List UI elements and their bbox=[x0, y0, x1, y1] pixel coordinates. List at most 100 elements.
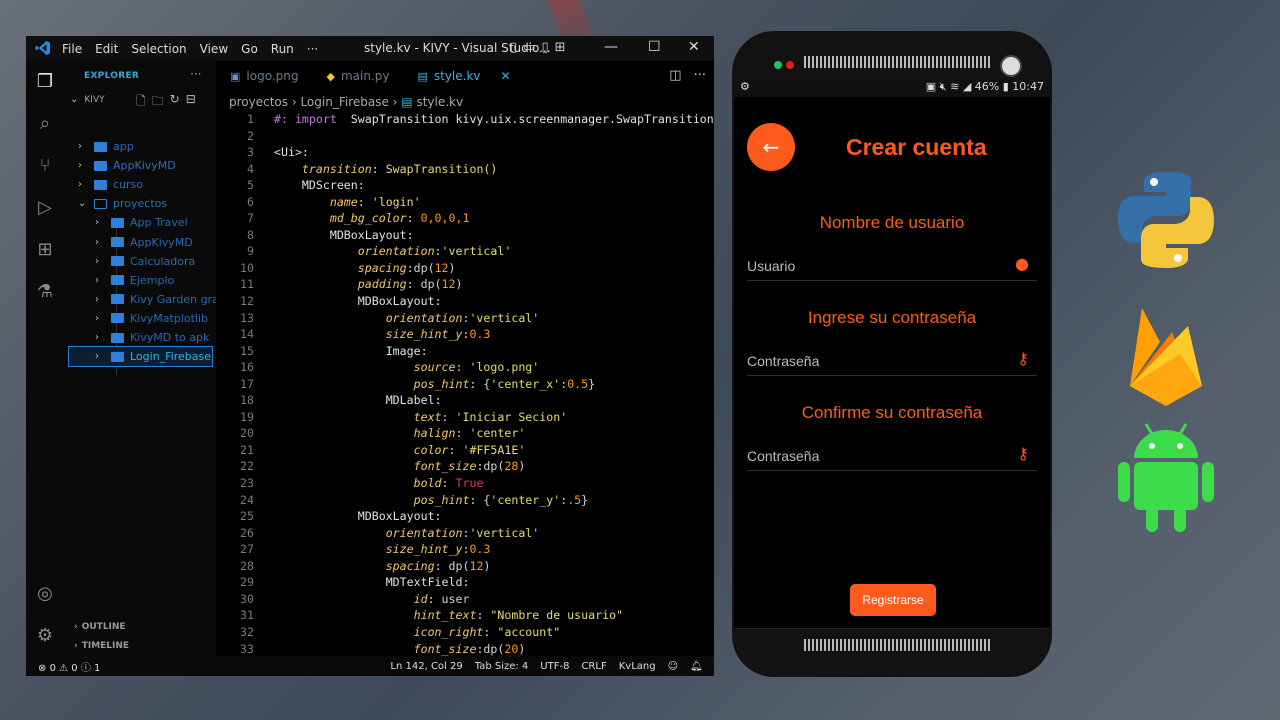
toggle-sidebar-icon[interactable]: ▯ bbox=[510, 40, 517, 55]
feedback-icon[interactable]: ☺ bbox=[668, 661, 678, 672]
customize-layout-icon[interactable]: ⊞ bbox=[555, 40, 566, 55]
collapse-all-icon[interactable]: ⊟ bbox=[186, 92, 196, 113]
code-line: 3 <Ui>: bbox=[216, 144, 714, 161]
new-folder-icon[interactable]: 🗀 bbox=[152, 92, 164, 113]
chevron-right-icon: › bbox=[95, 217, 99, 229]
line-number: 11 bbox=[240, 277, 254, 292]
tab-main-py[interactable]: ◆ main.py bbox=[312, 61, 403, 91]
encoding[interactable]: UTF-8 bbox=[540, 661, 569, 672]
tab-label: logo.png bbox=[246, 69, 299, 83]
chevron-right-icon: › bbox=[95, 332, 99, 343]
more-actions-icon[interactable]: ··· bbox=[694, 68, 706, 83]
split-editor-icon[interactable]: ◫ bbox=[669, 68, 681, 83]
tree-item[interactable]: › KivyMatplotlib bbox=[95, 309, 208, 328]
menu-item[interactable]: Run bbox=[271, 42, 294, 56]
username-label: Nombre de usuario bbox=[819, 213, 965, 232]
tree-item[interactable]: › Calculadora bbox=[95, 252, 195, 271]
line-number: 8 bbox=[247, 227, 254, 242]
testing-icon[interactable]: ⚗ bbox=[34, 281, 56, 303]
warning-icon: ⚠ bbox=[59, 662, 69, 674]
timeline-section[interactable]: › TIMELINE bbox=[74, 641, 129, 651]
wifi-icon: ≋ bbox=[950, 80, 960, 93]
chevron-right-icon: › bbox=[95, 351, 99, 363]
account-icon[interactable]: ◎ bbox=[34, 583, 56, 605]
password-field[interactable]: Contraseña ⚷ bbox=[747, 347, 1037, 376]
code-line: 10 spacing:dp(12) bbox=[216, 260, 714, 277]
line-content: hint_text: "Nombre de usuario" bbox=[413, 608, 624, 623]
tree-item[interactable]: › AppKivyMD bbox=[95, 233, 193, 252]
search-icon[interactable]: ⌕ bbox=[34, 113, 56, 135]
breadcrumb: proyectos › Login_Firebase › ▤ style.kv bbox=[229, 95, 463, 109]
tree-item[interactable]: › Login_Firebase bbox=[68, 346, 213, 368]
close-button[interactable]: ✕ bbox=[688, 39, 700, 55]
breadcrumb-item[interactable]: style.kv bbox=[416, 95, 463, 109]
language-mode[interactable]: KvLang bbox=[619, 661, 656, 672]
code-line: 14 size_hint_y:0.3 bbox=[216, 326, 714, 343]
menu-item[interactable]: Selection bbox=[131, 42, 186, 56]
tree-item[interactable]: › KivyMD to apk bbox=[95, 328, 209, 347]
run-debug-icon[interactable]: ▷ bbox=[34, 197, 56, 219]
source-control-icon[interactable]: ⑂ bbox=[34, 155, 56, 177]
code-line: 18 MDLabel: bbox=[216, 392, 714, 409]
register-button[interactable]: Registrarse bbox=[850, 584, 936, 616]
close-tab-icon[interactable]: ✕ bbox=[501, 69, 511, 83]
settings-notification-icon: ⚙ bbox=[740, 80, 750, 93]
breadcrumb-item[interactable]: Login_Firebase bbox=[300, 95, 388, 109]
tree-item[interactable]: › App Travel bbox=[95, 213, 188, 232]
settings-gear-icon[interactable]: ⚙ bbox=[34, 625, 56, 647]
folder-icon bbox=[94, 179, 107, 190]
folder-icon bbox=[111, 294, 124, 305]
code-line: 20 halign: 'center' bbox=[216, 425, 714, 442]
tab-style-kv[interactable]: ▤ style.kv ✕ bbox=[403, 61, 524, 91]
tree-item[interactable]: › app bbox=[78, 137, 134, 156]
image-icon: ▣ bbox=[230, 69, 241, 83]
error-icon: ⊗ bbox=[38, 662, 47, 674]
warning-count: 0 bbox=[71, 662, 78, 674]
tree-item[interactable]: › AppKivyMD bbox=[78, 156, 176, 175]
maximize-button[interactable]: ☐ bbox=[648, 39, 661, 55]
problems-status[interactable]: ⊗ 0 ⚠ 0 ⓘ 1 bbox=[38, 659, 100, 674]
tab-size[interactable]: Tab Size: 4 bbox=[475, 661, 529, 672]
toggle-panel-icon[interactable]: ▭ bbox=[523, 40, 535, 55]
username-field[interactable]: Usuario ● bbox=[747, 252, 1037, 281]
explorer-icon[interactable]: ❐ bbox=[34, 71, 56, 93]
line-content: padding: dp(12) bbox=[357, 277, 463, 292]
tab-logo-png[interactable]: ▣ logo.png bbox=[216, 61, 312, 91]
tree-item[interactable]: › Kivy Garden graph bbox=[95, 290, 233, 309]
tree-item[interactable]: ⌄ proyectos bbox=[78, 194, 167, 213]
line-number: 17 bbox=[240, 376, 254, 391]
line-number: 1 bbox=[247, 112, 254, 126]
breadcrumb-item[interactable]: proyectos bbox=[229, 95, 288, 109]
folder-icon bbox=[94, 141, 107, 152]
minimize-button[interactable]: — bbox=[604, 39, 618, 55]
cursor-position[interactable]: Ln 142, Col 29 bbox=[390, 661, 462, 672]
tree-item-label: KivyMatplotlib bbox=[130, 311, 209, 325]
menu-item[interactable]: ··· bbox=[307, 42, 318, 56]
menu-item[interactable]: Edit bbox=[95, 42, 118, 56]
workspace-root[interactable]: ⌄ KIVY bbox=[70, 94, 105, 105]
code-line: 28 spacing: dp(12) bbox=[216, 558, 714, 575]
refresh-icon[interactable]: ↻ bbox=[170, 92, 180, 113]
menu-item[interactable]: Go bbox=[241, 42, 258, 56]
line-ending[interactable]: CRLF bbox=[581, 661, 606, 672]
new-file-icon[interactable]: 🗋 bbox=[136, 92, 146, 113]
confirm-password-field[interactable]: Contraseña ⚷ bbox=[747, 442, 1037, 471]
back-button[interactable]: ← bbox=[747, 123, 795, 171]
folder-icon bbox=[111, 237, 124, 247]
code-line: 23 bold: True bbox=[216, 475, 714, 492]
notifications-bell-icon[interactable]: 🔔︎ bbox=[690, 661, 703, 672]
explorer-more-button[interactable]: ··· bbox=[190, 67, 201, 81]
toggle-secondary-sidebar-icon[interactable]: ▯ bbox=[541, 40, 548, 55]
tree-item[interactable]: › Ejemplo bbox=[95, 271, 174, 290]
outline-section[interactable]: › OUTLINE bbox=[74, 622, 126, 632]
code-editor[interactable]: 1 #: import SwapTransition kivy.uix.scree… bbox=[216, 111, 714, 659]
tree-item[interactable]: › curso bbox=[78, 175, 143, 194]
line-number: 32 bbox=[240, 624, 254, 639]
code-line: 22 font_size:dp(28) bbox=[216, 458, 714, 475]
menu-item[interactable]: View bbox=[200, 42, 228, 56]
line-number: 31 bbox=[240, 608, 254, 623]
menu-item[interactable]: File bbox=[62, 42, 82, 56]
battery-icon: ▮ bbox=[1002, 80, 1009, 93]
code-line: 6 name: 'login' bbox=[216, 194, 714, 211]
extensions-icon[interactable]: ⊞ bbox=[34, 239, 56, 261]
